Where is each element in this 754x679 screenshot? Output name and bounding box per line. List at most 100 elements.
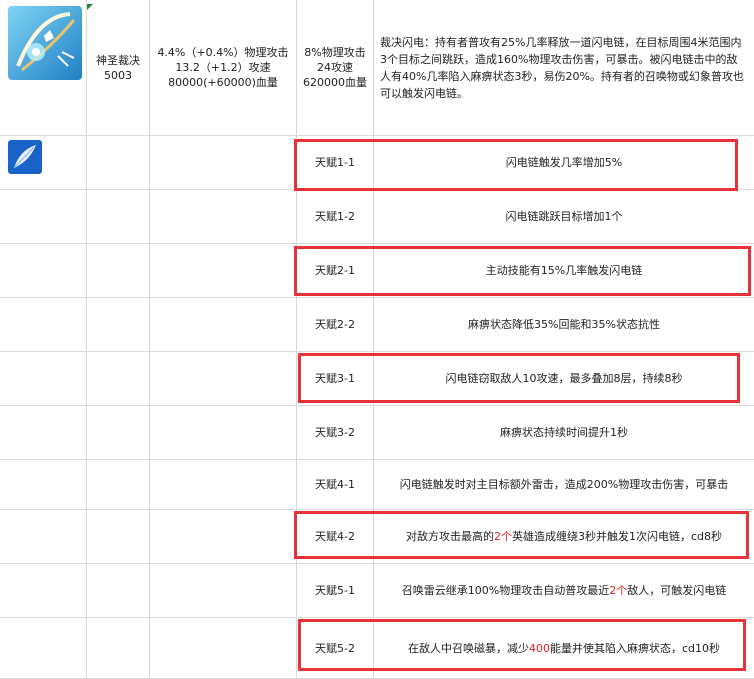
talent-label: 天赋1-2 bbox=[315, 210, 355, 223]
holy-bow-weapon-icon bbox=[8, 6, 82, 80]
empty-cell[interactable] bbox=[150, 136, 297, 190]
talent-row: 天赋5-1 召唤雷云继承100%物理攻击自动普攻最近2个敌人，可触发闪电链 bbox=[0, 564, 754, 618]
empty-cell[interactable] bbox=[0, 510, 87, 564]
base-line: 24攻速 bbox=[317, 61, 353, 74]
talent-effect-cell[interactable]: 闪电链窃取敌人10攻速，最多叠加8层，持续8秒 bbox=[374, 352, 754, 406]
talent-effect-highlight: 2个 bbox=[609, 584, 628, 597]
talent-effect-cell[interactable]: 对敌方攻击最高的2个英雄造成缠绕3秒并触发1次闪电链，cd8秒 bbox=[374, 510, 754, 564]
empty-cell[interactable] bbox=[87, 136, 150, 190]
talent-effect: 闪电链跳跃目标增加1个 bbox=[506, 209, 623, 224]
talent-effect-cell[interactable]: 麻痹状态持续时间提升1秒 bbox=[374, 406, 754, 460]
talent-effect-cell[interactable]: 召唤雷云继承100%物理攻击自动普攻最近2个敌人，可触发闪电链 bbox=[374, 564, 754, 618]
talent-label-cell[interactable]: 天赋3-1 bbox=[297, 352, 374, 406]
growth-line: 4.4%（+0.4%）物理攻击 bbox=[157, 46, 289, 59]
talent-effect: 闪电链触发时对主目标额外雷击，造成200%物理攻击伤害，可暴击 bbox=[400, 477, 728, 492]
empty-cell[interactable] bbox=[150, 352, 297, 406]
talent-label: 天赋5-2 bbox=[315, 641, 355, 655]
talent-label-cell[interactable]: 天赋4-2 bbox=[297, 510, 374, 564]
empty-cell[interactable] bbox=[87, 244, 150, 298]
empty-cell[interactable] bbox=[0, 244, 87, 298]
talent-effect-cell[interactable]: 闪电链触发时对主目标额外雷击，造成200%物理攻击伤害，可暴击 bbox=[374, 460, 754, 510]
empty-cell[interactable] bbox=[87, 618, 150, 679]
talent-effect-text: 英雄造成缠绕3秒并触发1次闪电链，cd8秒 bbox=[511, 530, 723, 543]
empty-cell[interactable] bbox=[87, 460, 150, 510]
talent-effect-text: 麻痹状态降低35%回能和35%状态抗性 bbox=[468, 318, 660, 331]
item-name-cell[interactable]: 神圣裁决 5003 bbox=[87, 0, 150, 136]
talent-effect-cell[interactable]: 主动技能有15%几率触发闪电链 bbox=[374, 244, 754, 298]
empty-cell[interactable] bbox=[0, 352, 87, 406]
talent-label-cell[interactable]: 天赋5-2 bbox=[297, 618, 374, 679]
talent-label-cell[interactable]: 天赋2-2 bbox=[297, 298, 374, 352]
talent-row: 天赋1-1 闪电链触发几率增加5% bbox=[0, 136, 754, 190]
talent-effect-text: 麻痹状态持续时间提升1秒 bbox=[500, 426, 628, 439]
talent-effect-text: 在敌人中召唤磁暴，减少 bbox=[407, 641, 529, 655]
skill-description-cell[interactable]: 裁决闪电：持有者普攻有25%几率释放一道闪电链，在目标周围4米范围内3个目标之间… bbox=[374, 0, 754, 136]
growth-stats-cell[interactable]: 4.4%（+0.4%）物理攻击 13.2（+1.2）攻速 80000(+6000… bbox=[150, 0, 297, 136]
talent-effect-text: 敌人，可触发闪电链 bbox=[627, 584, 727, 597]
talent-effect-text: 召唤雷云继承100%物理攻击自动普攻最近 bbox=[401, 584, 610, 597]
feather-icon bbox=[8, 140, 42, 174]
item-name: 神圣裁决 bbox=[96, 53, 140, 67]
talent-effect-text: 能量并使其陷入麻痹状态，cd10秒 bbox=[549, 641, 721, 655]
empty-cell[interactable] bbox=[87, 298, 150, 352]
talent-effect-cell[interactable]: 在敌人中召唤磁暴，减少400能量并使其陷入麻痹状态，cd10秒 bbox=[374, 618, 754, 679]
empty-cell[interactable] bbox=[150, 460, 297, 510]
talent-label: 天赋4-2 bbox=[315, 530, 355, 543]
talent-label-cell[interactable]: 天赋1-1 bbox=[297, 136, 374, 190]
talent-effect: 闪电链窃取敌人10攻速，最多叠加8层，持续8秒 bbox=[446, 371, 683, 386]
talent-label-cell[interactable]: 天赋5-1 bbox=[297, 564, 374, 618]
talent-label: 天赋3-2 bbox=[315, 426, 355, 439]
skill-description: 裁决闪电：持有者普攻有25%几率释放一道闪电链，在目标周围4米范围内3个目标之间… bbox=[380, 35, 744, 100]
empty-cell[interactable] bbox=[0, 406, 87, 460]
growth-line: 80000(+60000)血量 bbox=[168, 76, 278, 89]
talent-effect: 闪电链触发几率增加5% bbox=[506, 155, 622, 170]
empty-cell[interactable] bbox=[150, 406, 297, 460]
talent-row: 天赋2-1 主动技能有15%几率触发闪电链 bbox=[0, 244, 754, 298]
empty-cell[interactable] bbox=[150, 298, 297, 352]
empty-cell[interactable] bbox=[0, 564, 87, 618]
talent-effect-text: 闪电链窃取敌人10攻速，最多叠加8层，持续8秒 bbox=[445, 372, 683, 385]
empty-cell[interactable] bbox=[0, 298, 87, 352]
talent-row: 天赋3-1 闪电链窃取敌人10攻速，最多叠加8层，持续8秒 bbox=[0, 352, 754, 406]
talent-effect-text: 对敌方攻击最高的 bbox=[405, 530, 494, 543]
cell-comment-marker bbox=[87, 4, 93, 10]
empty-cell[interactable] bbox=[150, 510, 297, 564]
empty-cell[interactable] bbox=[0, 190, 87, 244]
empty-cell[interactable] bbox=[87, 510, 150, 564]
base-stats-cell[interactable]: 8%物理攻击 24攻速 620000血量 bbox=[297, 0, 374, 136]
empty-cell[interactable] bbox=[87, 406, 150, 460]
base-line: 620000血量 bbox=[303, 76, 367, 89]
talent-row: 天赋4-1 闪电链触发时对主目标额外雷击，造成200%物理攻击伤害，可暴击 bbox=[0, 460, 754, 510]
empty-cell[interactable] bbox=[150, 190, 297, 244]
talent-row: 天赋5-2 在敌人中召唤磁暴，减少400能量并使其陷入麻痹状态，cd10秒 bbox=[0, 618, 754, 679]
talent-effect: 在敌人中召唤磁暴，减少400能量并使其陷入麻痹状态，cd10秒 bbox=[408, 641, 720, 656]
talent-effect-cell[interactable]: 闪电链触发几率增加5% bbox=[374, 136, 754, 190]
talent-label: 天赋5-1 bbox=[315, 584, 355, 597]
talent-row: 天赋4-2 对敌方攻击最高的2个英雄造成缠绕3秒并触发1次闪电链，cd8秒 bbox=[0, 510, 754, 564]
talent-effect-text: 闪电链跳跃目标增加1个 bbox=[505, 210, 623, 223]
talent-effect-text: 闪电链触发几率增加5% bbox=[505, 156, 623, 169]
empty-cell[interactable] bbox=[150, 618, 297, 679]
talent-label-cell[interactable]: 天赋1-2 bbox=[297, 190, 374, 244]
talent-effect-cell[interactable]: 闪电链跳跃目标增加1个 bbox=[374, 190, 754, 244]
talent-label: 天赋4-1 bbox=[315, 478, 355, 491]
talent-effect: 主动技能有15%几率触发闪电链 bbox=[486, 263, 642, 278]
talent-label: 天赋3-1 bbox=[315, 372, 355, 385]
empty-cell[interactable] bbox=[0, 460, 87, 510]
talent-label-cell[interactable]: 天赋2-1 bbox=[297, 244, 374, 298]
talent-effect-text: 闪电链触发时对主目标额外雷击，造成200%物理攻击伤害，可暴击 bbox=[399, 478, 729, 491]
empty-cell[interactable] bbox=[0, 618, 87, 679]
talent-label-cell[interactable]: 天赋3-2 bbox=[297, 406, 374, 460]
item-talent-sheet: 神圣裁决 5003 4.4%（+0.4%）物理攻击 13.2（+1.2）攻速 8… bbox=[0, 0, 754, 679]
talent-row: 天赋1-2 闪电链跳跃目标增加1个 bbox=[0, 190, 754, 244]
empty-cell[interactable] bbox=[87, 190, 150, 244]
empty-cell[interactable] bbox=[150, 564, 297, 618]
talent-effect-cell[interactable]: 麻痹状态降低35%回能和35%状态抗性 bbox=[374, 298, 754, 352]
item-id: 5003 bbox=[104, 68, 132, 82]
empty-cell[interactable] bbox=[87, 352, 150, 406]
empty-cell[interactable] bbox=[87, 564, 150, 618]
talent-label-cell[interactable]: 天赋4-1 bbox=[297, 460, 374, 510]
empty-cell[interactable] bbox=[150, 244, 297, 298]
talent-label: 天赋2-2 bbox=[315, 318, 355, 331]
talent-row: 天赋2-2 麻痹状态降低35%回能和35%状态抗性 bbox=[0, 298, 754, 352]
